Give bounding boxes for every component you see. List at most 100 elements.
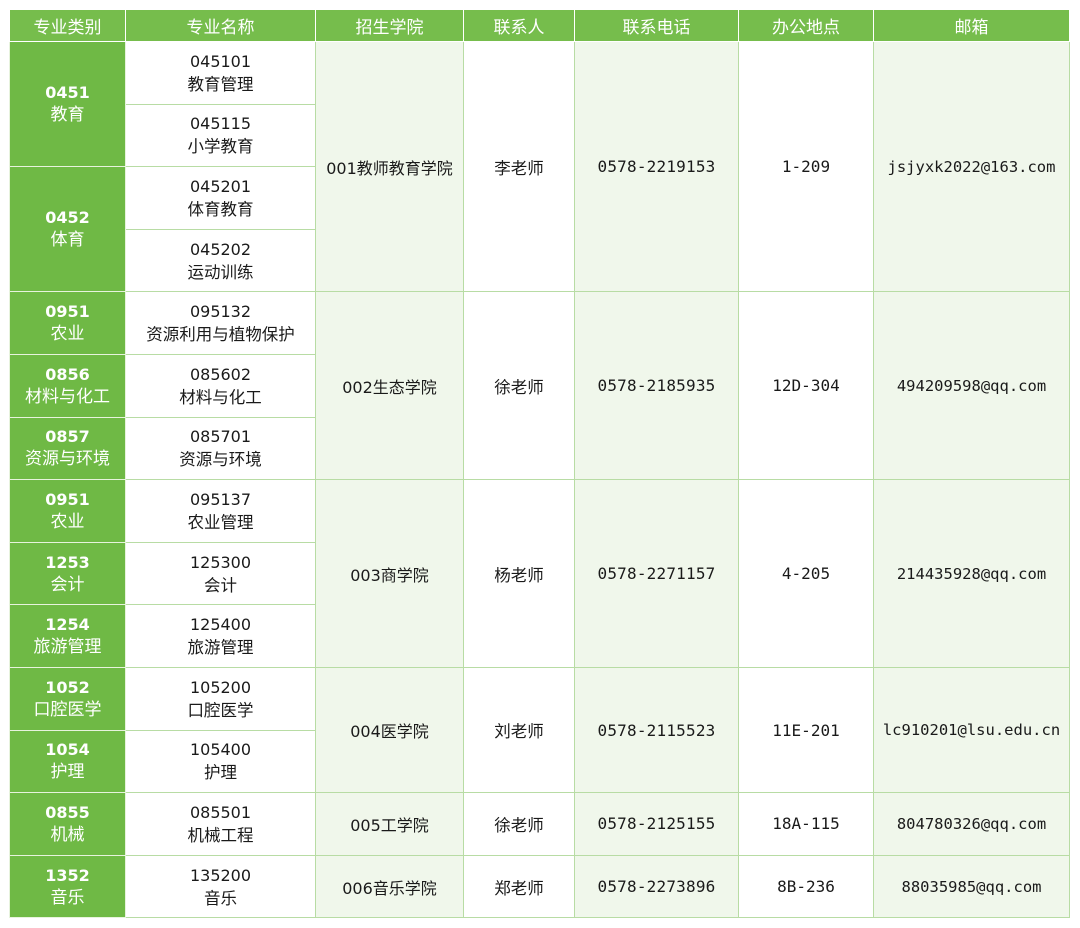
- table-row: 0855 机械 085501 机械工程 005工学院 徐老师 0578-2125…: [9, 792, 1070, 856]
- major-code: 105400: [189, 740, 252, 760]
- category-code: 1352: [45, 865, 90, 885]
- header-major: 专业名称: [125, 9, 316, 42]
- college-cell: 006音乐学院: [315, 854, 464, 919]
- header-college: 招生学院: [315, 9, 464, 42]
- category-name: 体育: [50, 230, 85, 251]
- category-name: 材料与化工: [25, 386, 110, 407]
- major-cell: 125300 会计: [125, 541, 316, 606]
- major-name: 音乐: [204, 888, 237, 908]
- category-cell: 0452 体育: [9, 166, 126, 293]
- major-code: 045115: [189, 114, 252, 134]
- major-name: 会计: [204, 575, 237, 595]
- phone-cell: 0578-2115523: [574, 666, 739, 794]
- phone-cell: 0578-2185935: [574, 291, 739, 481]
- category-code: 0857: [45, 427, 90, 447]
- major-cell: 105400 护理: [125, 729, 316, 794]
- header-email: 邮箱: [873, 9, 1070, 42]
- major-name: 护理: [204, 763, 237, 783]
- major-code: 095132: [189, 302, 252, 322]
- major-code: 095137: [189, 489, 252, 509]
- category-cell: 1253 会计: [9, 541, 126, 606]
- header-contact: 联系人: [463, 9, 575, 42]
- table-row: 0451 教育 045101 教育管理 001教师教育学院 李老师 0578-2…: [9, 40, 1070, 293]
- email-cell: 804780326@qq.com: [873, 792, 1070, 856]
- category-code: 1054: [45, 740, 90, 760]
- category-cell: 0857 资源与环境: [9, 416, 126, 481]
- major-code: 045202: [189, 239, 252, 259]
- category-name: 资源与环境: [25, 449, 110, 470]
- major-cell: 135200 音乐: [125, 854, 316, 919]
- office-cell: 8B-236: [738, 854, 874, 919]
- major-name: 资源利用与植物保护: [146, 325, 295, 345]
- table-row: 1052 口腔医学 105200 口腔医学 004医学院 刘老师 0578-21…: [9, 666, 1070, 794]
- category-name: 口腔医学: [33, 699, 102, 720]
- email-cell: jsjyxk2022@163.com: [873, 40, 1070, 293]
- college-cell: 004医学院: [315, 666, 464, 794]
- header-phone: 联系电话: [574, 9, 739, 42]
- major-name: 运动训练: [187, 262, 254, 282]
- major-code: 135200: [189, 865, 252, 885]
- category-code: 0856: [45, 364, 90, 384]
- college-cell: 005工学院: [315, 792, 464, 856]
- major-code: 085501: [189, 802, 252, 822]
- table-header: 专业类别 专业名称 招生学院 联系人 联系电话 办公地点 邮箱: [9, 9, 1070, 42]
- email-cell: lc910201@lsu.edu.cn: [873, 666, 1070, 794]
- office-cell: 4-205: [738, 479, 874, 668]
- major-cell: 095137 农业管理: [125, 479, 316, 543]
- major-cell: 085602 材料与化工: [125, 353, 316, 418]
- contact-cell: 徐老师: [463, 792, 575, 856]
- category-cell: 1254 旅游管理: [9, 604, 126, 668]
- college-cell: 003商学院: [315, 479, 464, 668]
- header-category: 专业类别: [9, 9, 126, 42]
- table-row: 0951 农业 095132 资源利用与植物保护 002生态学院 徐老师 057…: [9, 291, 1070, 481]
- contact-cell: 刘老师: [463, 666, 575, 794]
- major-code: 085602: [189, 364, 252, 384]
- major-name: 机械工程: [187, 825, 254, 845]
- category-code: 0452: [45, 208, 90, 228]
- major-name: 体育教育: [187, 199, 254, 219]
- category-code: 1052: [45, 677, 90, 697]
- major-code: 045101: [189, 51, 252, 71]
- category-cell: 0951 农业: [9, 479, 126, 543]
- category-code: 0451: [45, 83, 90, 103]
- major-cell: 105200 口腔医学: [125, 666, 316, 731]
- table-body: 0451 教育 045101 教育管理 001教师教育学院 李老师 0578-2…: [9, 40, 1070, 919]
- major-cell: 045202 运动训练: [125, 228, 316, 293]
- major-cell: 085501 机械工程: [125, 792, 316, 856]
- category-cell: 0855 机械: [9, 792, 126, 856]
- major-name: 口腔医学: [187, 700, 254, 720]
- category-name: 农业: [50, 324, 85, 345]
- category-cell: 1352 音乐: [9, 854, 126, 919]
- email-cell: 88035985@qq.com: [873, 854, 1070, 919]
- header-office: 办公地点: [738, 9, 874, 42]
- category-code: 0855: [45, 802, 90, 822]
- college-cell: 002生态学院: [315, 291, 464, 481]
- major-name: 教育管理: [187, 74, 254, 94]
- office-cell: 1-209: [738, 40, 874, 293]
- contact-cell: 徐老师: [463, 291, 575, 481]
- major-name: 材料与化工: [179, 387, 262, 407]
- category-name: 机械: [50, 824, 85, 845]
- category-cell: 0951 农业: [9, 291, 126, 355]
- category-name: 农业: [50, 511, 85, 532]
- category-cell: 0856 材料与化工: [9, 353, 126, 418]
- phone-cell: 0578-2219153: [574, 40, 739, 293]
- major-code: 085701: [189, 427, 252, 447]
- contact-cell: 李老师: [463, 40, 575, 293]
- major-cell: 095132 资源利用与植物保护: [125, 291, 316, 355]
- major-cell: 045115 小学教育: [125, 103, 316, 168]
- category-name: 教育: [50, 105, 85, 126]
- email-cell: 494209598@qq.com: [873, 291, 1070, 481]
- contact-cell: 郑老师: [463, 854, 575, 919]
- table-row: 0951 农业 095137 农业管理 003商学院 杨老师 0578-2271…: [9, 479, 1070, 668]
- office-cell: 11E-201: [738, 666, 874, 794]
- major-cell: 085701 资源与环境: [125, 416, 316, 481]
- major-cell: 045201 体育教育: [125, 166, 316, 230]
- category-name: 护理: [50, 762, 85, 783]
- phone-cell: 0578-2273896: [574, 854, 739, 919]
- category-code: 1254: [45, 615, 90, 635]
- category-cell: 0451 教育: [9, 40, 126, 168]
- major-code: 125400: [189, 615, 252, 635]
- college-cell: 001教师教育学院: [315, 40, 464, 293]
- category-cell: 1052 口腔医学: [9, 666, 126, 731]
